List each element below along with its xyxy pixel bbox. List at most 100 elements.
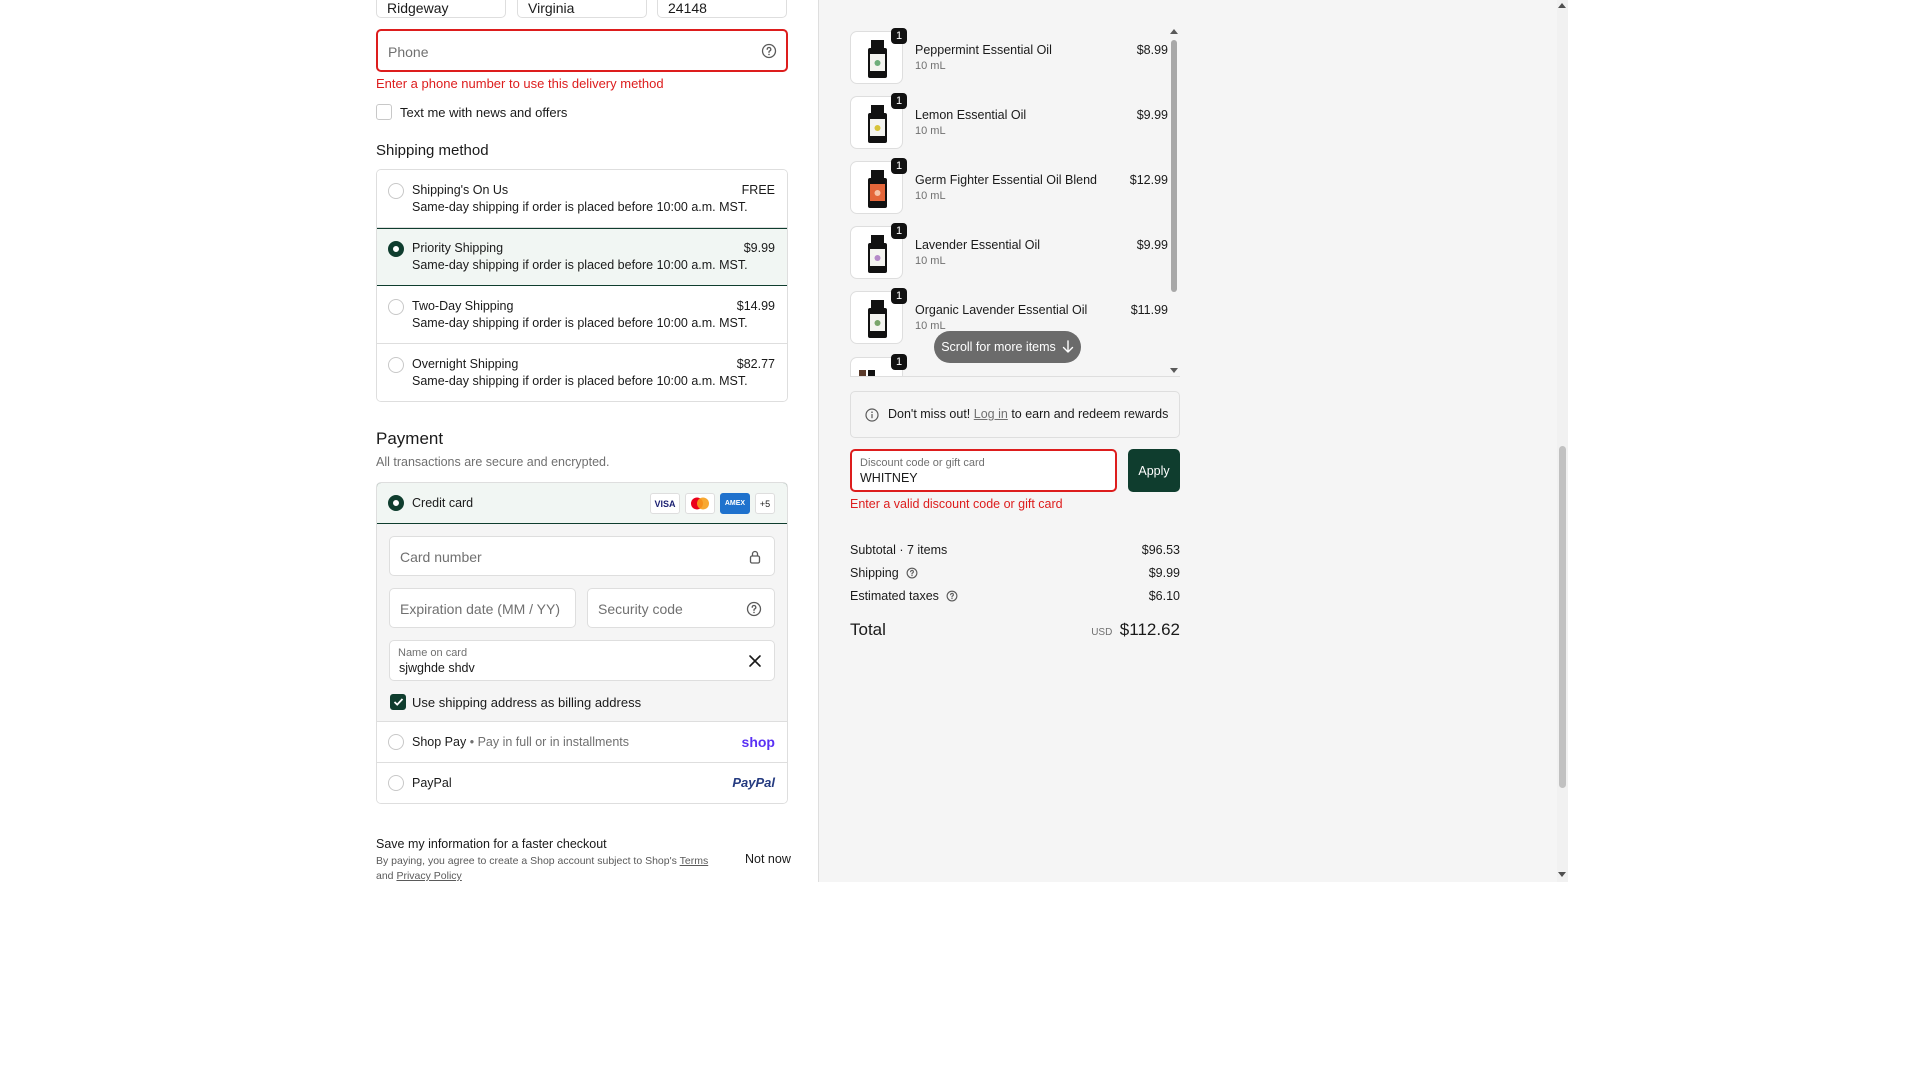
lock-icon (748, 549, 762, 565)
card-number-field[interactable]: Card number (389, 536, 775, 576)
billing-address-label: Use shipping address as billing address (412, 695, 642, 710)
zip-field[interactable]: 24148 (657, 0, 787, 18)
rewards-notice: Don't miss out! Log in to earn and redee… (850, 391, 1180, 438)
scroll-down-arrow[interactable] (1170, 368, 1178, 373)
help-circle-icon[interactable] (946, 590, 958, 602)
shipping-row: Shipping $9.99 (850, 566, 1180, 580)
quantity-badge: 1 (891, 354, 907, 370)
security-code-placeholder: Security code (598, 601, 683, 617)
help-circle-icon[interactable] (906, 567, 918, 579)
item-size: 10 mL (915, 60, 946, 72)
amex-icon: AMEX (720, 493, 750, 514)
shipping-option-desc: Same-day shipping if order is placed bef… (412, 258, 748, 272)
mastercard-icon (685, 493, 715, 514)
log-in-link[interactable]: Log in (974, 407, 1008, 421)
privacy-policy-link[interactable]: Privacy Policy (396, 870, 461, 882)
payment-options: Credit card VISA AMEX +5 Card number Exp… (376, 482, 788, 804)
discount-code-label: Discount code or gift card (860, 457, 985, 469)
clear-icon[interactable] (748, 654, 762, 668)
save-info-title: Save my information for a faster checkou… (376, 837, 607, 851)
shipping-option-selected[interactable]: Priority Shipping Same-day shipping if o… (377, 228, 787, 286)
name-on-card-field[interactable]: Name on card sjwghde shdv (389, 640, 775, 681)
credit-card-option[interactable]: Credit card VISA AMEX +5 (377, 483, 787, 524)
shipping-method-title: Shipping method (376, 142, 489, 159)
phone-placeholder: Phone (388, 44, 429, 60)
state-select[interactable]: Virginia (517, 0, 647, 18)
discount-error: Enter a valid discount code or gift card (850, 497, 1063, 511)
page-scroll-up-arrow[interactable] (1558, 3, 1566, 8)
discount-code-field[interactable]: Discount code or gift card WHITNEY (850, 449, 1117, 492)
shipping-option-price: $14.99 (736, 299, 775, 313)
more-cards-badge: +5 (755, 493, 775, 514)
help-circle-icon[interactable] (761, 43, 777, 59)
scroll-more-button[interactable]: Scroll for more items (934, 331, 1081, 363)
shop-pay-radio[interactable] (388, 734, 404, 750)
sms-opt-in-checkbox[interactable] (376, 104, 392, 120)
phone-field[interactable]: Phone (376, 29, 788, 72)
item-name: Germ Fighter Essential Oil Blend (915, 173, 1098, 187)
sms-opt-in-label: Text me with news and offers (400, 105, 568, 120)
discount-code-value: WHITNEY (860, 471, 918, 485)
shipping-option[interactable]: Two-Day Shipping Same-day shipping if or… (377, 286, 787, 344)
rewards-text: Don't miss out! Log in to earn and redee… (888, 407, 1169, 421)
page-scrollbar[interactable] (1557, 0, 1568, 882)
shipping-radio-selected[interactable] (388, 241, 404, 257)
phone-error: Enter a phone number to use this deliver… (376, 76, 664, 91)
cart-item: 1 Peppermint Essential Oil 10 mL $8.99 (850, 28, 1168, 86)
zip-value: 24148 (668, 0, 707, 16)
quantity-badge: 1 (891, 288, 907, 304)
shipping-option[interactable]: Shipping's On Us Same-day shipping if or… (377, 170, 787, 228)
payment-title: Payment (376, 429, 444, 448)
shipping-value: $9.99 (1148, 566, 1180, 580)
shipping-option-name: Priority Shipping (412, 241, 504, 255)
cart-items: 1 Peppermint Essential Oil 10 mL $8.99 1… (850, 28, 1180, 377)
shop-pay-option[interactable]: Shop Pay • Pay in full or in installment… (377, 722, 787, 763)
shipping-option-name: Shipping's On Us (412, 183, 509, 197)
currency-code: USD (1091, 627, 1113, 638)
cart-item: 1 Lavender Essential Oil 10 mL $9.99 (850, 223, 1168, 281)
item-name: Organic Lavender Essential Oil (915, 303, 1088, 317)
item-size: 10 mL (915, 125, 946, 137)
shipping-radio[interactable] (388, 299, 404, 315)
quantity-badge: 1 (891, 28, 907, 44)
item-name: Peppermint Essential Oil (915, 43, 1052, 57)
not-now-button[interactable]: Not now (745, 852, 791, 866)
credit-card-radio[interactable] (388, 495, 404, 511)
help-circle-icon[interactable] (746, 601, 762, 617)
items-scrollbar-thumb[interactable] (1171, 40, 1177, 292)
paypal-option[interactable]: PayPal PayPal (377, 763, 787, 803)
shipping-option[interactable]: Overnight Shipping Same-day shipping if … (377, 344, 787, 401)
quantity-badge: 1 (891, 158, 907, 174)
page-scroll-down-arrow[interactable] (1558, 872, 1566, 877)
security-code-field[interactable]: Security code (587, 588, 775, 628)
item-price: $9.99 (1136, 108, 1168, 122)
cart-item: 1 Lemon Essential Oil 10 mL $9.99 (850, 93, 1168, 151)
terms-link[interactable]: Terms (680, 855, 709, 867)
payment-subtitle: All transactions are secure and encrypte… (376, 455, 610, 469)
shipping-option-desc: Same-day shipping if order is placed bef… (412, 374, 748, 388)
item-price: $8.99 (1136, 43, 1168, 57)
shipping-option-price: FREE (741, 183, 775, 197)
billing-address-checkbox[interactable] (390, 694, 406, 710)
shipping-option-price: $9.99 (743, 241, 775, 255)
total-value: $112.62 (1119, 620, 1180, 639)
scroll-up-arrow[interactable] (1170, 29, 1178, 34)
item-name: Lavender Essential Oil (915, 238, 1041, 252)
city-field[interactable]: Ridgeway (376, 0, 506, 18)
expiration-field[interactable]: Expiration date (MM / YY) (389, 588, 576, 628)
subtotal-label: Subtotal · 7 items (850, 543, 948, 557)
shipping-radio[interactable] (388, 183, 404, 199)
scroll-more-label: Scroll for more items (941, 340, 1056, 354)
arrow-down-icon (1062, 340, 1074, 354)
item-size: 10 mL (915, 190, 946, 202)
paypal-radio[interactable] (388, 775, 404, 791)
shipping-radio[interactable] (388, 357, 404, 373)
page-scrollbar-thumb[interactable] (1559, 446, 1566, 788)
item-size: 10 mL (915, 255, 946, 267)
apply-button[interactable]: Apply (1128, 449, 1180, 492)
shipping-label: Shipping (850, 566, 899, 580)
checkout-form: Ridgeway Virginia 24148 Phone Enter a ph… (0, 0, 818, 882)
credit-card-form: Card number Expiration date (MM / YY) Se… (377, 524, 787, 722)
shop-pay-logo: shop (741, 734, 775, 750)
quantity-badge: 1 (891, 223, 907, 239)
